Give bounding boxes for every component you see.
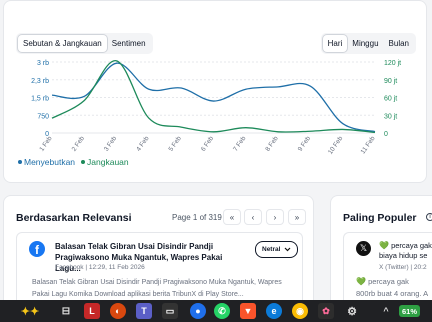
page-info: Page 1 of 319 [172,213,222,222]
chevron-up-icon[interactable]: ^ [378,303,394,319]
info-icon[interactable]: i [426,213,432,221]
mentions-reach-chart: 0 0750 30 jt1,5 rb 60 jt2,3 rb 90 jt3 rb 120 … [31,60,401,155]
y-right-tick-label: 60 jt [384,96,397,103]
y-right-tick-label: 30 jt [384,113,397,120]
x-tick-label: 6 Feb [200,135,215,153]
legend-dot-icon [81,160,86,164]
x-tick-label: 2 Feb [71,135,86,153]
brave-icon[interactable]: ▼ [240,303,256,319]
popular-post-body1: 💚 percaya gak [356,277,409,286]
y-left-tick-label: 750 [37,113,49,120]
metric-tabs: Sebutan & Jangkauan Sentimen [16,33,153,54]
popular-post-line1: 💚 percaya gak [379,241,432,250]
next-page-button[interactable]: › [266,209,284,225]
popular-post-body2: 800rb buat 4 orang. A [356,289,429,298]
last-page-button[interactable]: » [288,209,306,225]
x-tick-label: 11 Feb [360,135,377,155]
post-meta: Facebook | 12:29, 11 Feb 2026 [55,264,145,271]
y-left-tick-label: 2,3 rb [31,78,49,85]
x-tick-label: 10 Feb [327,135,345,155]
legend-item-jangkauan: Jangkauan [81,157,129,167]
series-line-jangkauan [51,60,376,134]
app-blue-icon[interactable]: ● [190,303,206,319]
period-tabs: Hari Minggu Bulan [320,33,416,54]
tab-hari[interactable]: Hari [322,35,348,52]
chevron-down-icon [285,247,291,252]
post-body: Balasan Telak Gibran Usai Disindir Pandj… [32,279,282,298]
x-tick-label: 5 Feb [168,135,183,153]
tab-sentimen[interactable]: Sentimen [107,35,151,52]
legend-label: Jangkauan [87,157,129,167]
popular-post-line2: biaya hidup se [379,251,428,260]
facebook-icon: f [29,241,45,257]
tab-minggu[interactable]: Minggu [347,35,383,52]
sparkle-icon[interactable]: ✦✦ [18,303,42,319]
task-view-icon[interactable]: ⊟ [58,303,74,319]
green-heart-icon: 💚 [356,277,366,286]
app-orange-icon[interactable]: ◐ [110,303,126,319]
tab-sebutan-jangkauan[interactable]: Sebutan & Jangkauan [18,35,107,52]
x-tick-label: 9 Feb [297,135,312,153]
legend-dot-icon [18,160,22,164]
sentiment-label: Netral [262,246,281,253]
x-tick-label: 8 Feb [264,135,279,153]
whatsapp-icon[interactable]: ✆ [214,303,230,319]
edge-icon[interactable]: e [266,303,282,319]
popular-post-meta: X (Twitter) | 20:2 [379,264,427,271]
y-right-tick-label: 0 [384,131,388,138]
legend-label: Menyebutkan [24,157,76,167]
y-left-tick-label: 3 rb [37,60,49,67]
app-l-icon[interactable]: L [84,303,100,319]
teams-icon[interactable]: T [136,303,152,319]
file-explorer-icon[interactable]: ▭ [162,303,178,319]
first-page-button[interactable]: « [223,209,241,225]
section-title: Paling Populer [343,212,417,224]
y-right-tick-label: 120 jt [384,60,401,67]
legend-item-menyebutkan: Menyebutkan [18,157,75,167]
x-tick-label: 7 Feb [232,135,247,153]
x-tick-label: 1 Feb [38,135,53,153]
battery-indicator: 61% [399,305,421,317]
chrome-icon[interactable]: ◉ [292,303,308,319]
x-tick-label: 3 Feb [103,135,118,153]
sentiment-dropdown[interactable]: Netral [255,241,299,258]
figma-icon[interactable]: ✿ [318,303,334,319]
chart-legend: Menyebutkan Jangkauan [18,157,129,167]
x-twitter-icon: 𝕏 [356,241,371,256]
green-heart-icon: 💚 [379,241,389,250]
taskbar: ✦✦ ⊟ L ◐ T ▭ ● ✆ ▼ e ◉ ✿ ⚙ ^ 61% [0,300,432,322]
settings-gear-icon[interactable]: ⚙ [344,303,360,319]
tab-bulan[interactable]: Bulan [384,35,414,52]
y-right-tick-label: 90 jt [384,78,397,85]
y-left-tick-label: 1,5 rb [31,96,49,103]
section-title: Berdasarkan Relevansi [16,212,132,224]
chart-card: Sebutan & Jangkauan Sentimen Hari Minggu… [3,0,427,183]
prev-page-button[interactable]: ‹ [244,209,262,225]
x-tick-label: 4 Feb [135,135,150,153]
